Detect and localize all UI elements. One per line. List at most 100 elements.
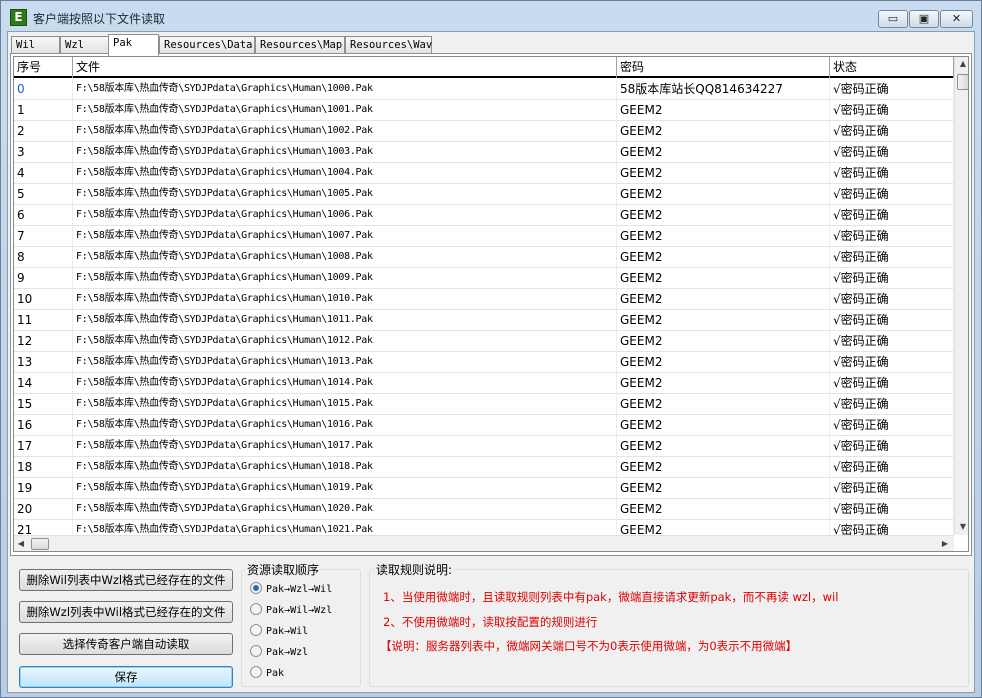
table-row[interactable]: 5 F:\58版本库\热血传奇\SYDJPdata\Graphics\Human\… bbox=[14, 184, 954, 205]
table-row[interactable]: 11 F:\58版本库\热血传奇\SYDJPdata\Graphics\Human… bbox=[14, 310, 954, 331]
table-row[interactable]: 16 F:\58版本库\热血传奇\SYDJPdata\Graphics\Human… bbox=[14, 415, 954, 436]
save-button[interactable]: 保存 bbox=[19, 666, 233, 688]
table-row[interactable]: 17 F:\58版本库\热血传奇\SYDJPdata\Graphics\Human… bbox=[14, 436, 954, 457]
cell-index[interactable]: 12 bbox=[14, 331, 73, 352]
radio-pak-wil-wzl[interactable]: Pak→Wil→Wzl bbox=[250, 603, 332, 619]
radio-pak-wil[interactable]: Pak→Wil bbox=[250, 624, 308, 640]
cell-status[interactable]: √密码正确 bbox=[830, 394, 954, 415]
title-bar[interactable]: E 客户端按照以下文件读取 ▭ ▣ ✕ bbox=[1, 1, 981, 33]
cell-index[interactable]: 7 bbox=[14, 226, 73, 247]
cell-password[interactable]: GEEM2 bbox=[617, 436, 830, 457]
cell-status[interactable]: √密码正确 bbox=[830, 331, 954, 352]
scroll-left-icon[interactable]: ◀ bbox=[14, 536, 28, 551]
cell-password[interactable]: GEEM2 bbox=[617, 394, 830, 415]
cell-index[interactable]: 3 bbox=[14, 142, 73, 163]
horizontal-scroll-thumb[interactable] bbox=[31, 538, 49, 550]
cell-status[interactable]: √密码正确 bbox=[830, 289, 954, 310]
cell-file[interactable]: F:\58版本库\热血传奇\SYDJPdata\Graphics\Human\1… bbox=[73, 373, 617, 394]
cell-password[interactable]: GEEM2 bbox=[617, 100, 830, 121]
cell-password[interactable]: GEEM2 bbox=[617, 499, 830, 520]
cell-status[interactable]: √密码正确 bbox=[830, 499, 954, 520]
cell-password[interactable]: GEEM2 bbox=[617, 142, 830, 163]
table-row[interactable]: 6 F:\58版本库\热血传奇\SYDJPdata\Graphics\Human\… bbox=[14, 205, 954, 226]
cell-index[interactable]: 18 bbox=[14, 457, 73, 478]
cell-index[interactable]: 17 bbox=[14, 436, 73, 457]
cell-file[interactable]: F:\58版本库\热血传奇\SYDJPdata\Graphics\Human\1… bbox=[73, 289, 617, 310]
cell-password[interactable]: GEEM2 bbox=[617, 478, 830, 499]
cell-index[interactable]: 0 bbox=[14, 79, 73, 100]
cell-file[interactable]: F:\58版本库\热血传奇\SYDJPdata\Graphics\Human\1… bbox=[73, 457, 617, 478]
cell-status[interactable]: √密码正确 bbox=[830, 226, 954, 247]
radio-pak-wzl[interactable]: Pak→Wzl bbox=[250, 645, 308, 661]
cell-index[interactable]: 4 bbox=[14, 163, 73, 184]
cell-status[interactable]: √密码正确 bbox=[830, 205, 954, 226]
cell-password[interactable]: GEEM2 bbox=[617, 226, 830, 247]
scroll-up-icon[interactable]: ▲ bbox=[955, 57, 968, 71]
cell-password[interactable]: 58版本库站长QQ814634227 bbox=[617, 79, 830, 100]
cell-status[interactable]: √密码正确 bbox=[830, 163, 954, 184]
cell-file[interactable]: F:\58版本库\热血传奇\SYDJPdata\Graphics\Human\1… bbox=[73, 100, 617, 121]
delete-wil-duplicates-button[interactable]: 删除Wil列表中Wzl格式已经存在的文件 bbox=[19, 569, 233, 591]
tab-pak[interactable]: Pak bbox=[108, 34, 159, 56]
cell-password[interactable]: GEEM2 bbox=[617, 373, 830, 394]
cell-password[interactable]: GEEM2 bbox=[617, 247, 830, 268]
cell-password[interactable]: GEEM2 bbox=[617, 331, 830, 352]
close-button[interactable]: ✕ bbox=[940, 10, 973, 28]
table-row[interactable]: 20 F:\58版本库\热血传奇\SYDJPdata\Graphics\Human… bbox=[14, 499, 954, 520]
column-header-password[interactable]: 密码 bbox=[617, 57, 830, 78]
cell-file[interactable]: F:\58版本库\热血传奇\SYDJPdata\Graphics\Human\1… bbox=[73, 499, 617, 520]
cell-index[interactable]: 8 bbox=[14, 247, 73, 268]
cell-file[interactable]: F:\58版本库\热血传奇\SYDJPdata\Graphics\Human\1… bbox=[73, 394, 617, 415]
cell-status[interactable]: √密码正确 bbox=[830, 457, 954, 478]
table-row[interactable]: 7 F:\58版本库\热血传奇\SYDJPdata\Graphics\Human\… bbox=[14, 226, 954, 247]
table-row[interactable]: 12 F:\58版本库\热血传奇\SYDJPdata\Graphics\Human… bbox=[14, 331, 954, 352]
cell-status[interactable]: √密码正确 bbox=[830, 121, 954, 142]
cell-index[interactable]: 14 bbox=[14, 373, 73, 394]
cell-status[interactable]: √密码正确 bbox=[830, 100, 954, 121]
cell-file[interactable]: F:\58版本库\热血传奇\SYDJPdata\Graphics\Human\1… bbox=[73, 352, 617, 373]
cell-index[interactable]: 16 bbox=[14, 415, 73, 436]
cell-status[interactable]: √密码正确 bbox=[830, 373, 954, 394]
tab-resources-data[interactable]: Resources\Data bbox=[159, 36, 255, 54]
cell-file[interactable]: F:\58版本库\热血传奇\SYDJPdata\Graphics\Human\1… bbox=[73, 226, 617, 247]
cell-status[interactable]: √密码正确 bbox=[830, 310, 954, 331]
cell-password[interactable]: GEEM2 bbox=[617, 415, 830, 436]
cell-password[interactable]: GEEM2 bbox=[617, 205, 830, 226]
cell-status[interactable]: √密码正确 bbox=[830, 142, 954, 163]
cell-file[interactable]: F:\58版本库\热血传奇\SYDJPdata\Graphics\Human\1… bbox=[73, 331, 617, 352]
cell-index[interactable]: 9 bbox=[14, 268, 73, 289]
cell-file[interactable]: F:\58版本库\热血传奇\SYDJPdata\Graphics\Human\1… bbox=[73, 79, 617, 100]
cell-password[interactable]: GEEM2 bbox=[617, 184, 830, 205]
cell-file[interactable]: F:\58版本库\热血传奇\SYDJPdata\Graphics\Human\1… bbox=[73, 121, 617, 142]
cell-index[interactable]: 19 bbox=[14, 478, 73, 499]
maximize-button[interactable]: ▣ bbox=[909, 10, 939, 28]
table-row[interactable]: 19 F:\58版本库\热血传奇\SYDJPdata\Graphics\Human… bbox=[14, 478, 954, 499]
cell-password[interactable]: GEEM2 bbox=[617, 268, 830, 289]
auto-read-client-button[interactable]: 选择传奇客户端自动读取 bbox=[19, 633, 233, 655]
cell-password[interactable]: GEEM2 bbox=[617, 352, 830, 373]
tab-wil[interactable]: Wil bbox=[11, 36, 60, 54]
table-row[interactable]: 8 F:\58版本库\热血传奇\SYDJPdata\Graphics\Human\… bbox=[14, 247, 954, 268]
table-row[interactable]: 9 F:\58版本库\热血传奇\SYDJPdata\Graphics\Human\… bbox=[14, 268, 954, 289]
table-row[interactable]: 14 F:\58版本库\热血传奇\SYDJPdata\Graphics\Human… bbox=[14, 373, 954, 394]
table-row[interactable]: 18 F:\58版本库\热血传奇\SYDJPdata\Graphics\Human… bbox=[14, 457, 954, 478]
column-header-index[interactable]: 序号 bbox=[14, 57, 73, 78]
scroll-down-icon[interactable]: ▼ bbox=[955, 520, 968, 534]
table-row[interactable]: 15 F:\58版本库\热血传奇\SYDJPdata\Graphics\Human… bbox=[14, 394, 954, 415]
cell-file[interactable]: F:\58版本库\热血传奇\SYDJPdata\Graphics\Human\1… bbox=[73, 184, 617, 205]
cell-password[interactable]: GEEM2 bbox=[617, 163, 830, 184]
column-header-file[interactable]: 文件 bbox=[73, 57, 617, 78]
vertical-scroll-thumb[interactable] bbox=[957, 74, 968, 90]
cell-status[interactable]: √密码正确 bbox=[830, 184, 954, 205]
cell-file[interactable]: F:\58版本库\热血传奇\SYDJPdata\Graphics\Human\1… bbox=[73, 478, 617, 499]
cell-index[interactable]: 15 bbox=[14, 394, 73, 415]
vertical-scrollbar[interactable]: ▲ ▼ bbox=[954, 57, 968, 535]
table-row[interactable]: 3 F:\58版本库\热血传奇\SYDJPdata\Graphics\Human\… bbox=[14, 142, 954, 163]
cell-status[interactable]: √密码正确 bbox=[830, 79, 954, 100]
table-row[interactable]: 2 F:\58版本库\热血传奇\SYDJPdata\Graphics\Human\… bbox=[14, 121, 954, 142]
table-row[interactable]: 10 F:\58版本库\热血传奇\SYDJPdata\Graphics\Human… bbox=[14, 289, 954, 310]
cell-file[interactable]: F:\58版本库\热血传奇\SYDJPdata\Graphics\Human\1… bbox=[73, 268, 617, 289]
cell-index[interactable]: 6 bbox=[14, 205, 73, 226]
cell-index[interactable]: 10 bbox=[14, 289, 73, 310]
cell-password[interactable]: GEEM2 bbox=[617, 310, 830, 331]
